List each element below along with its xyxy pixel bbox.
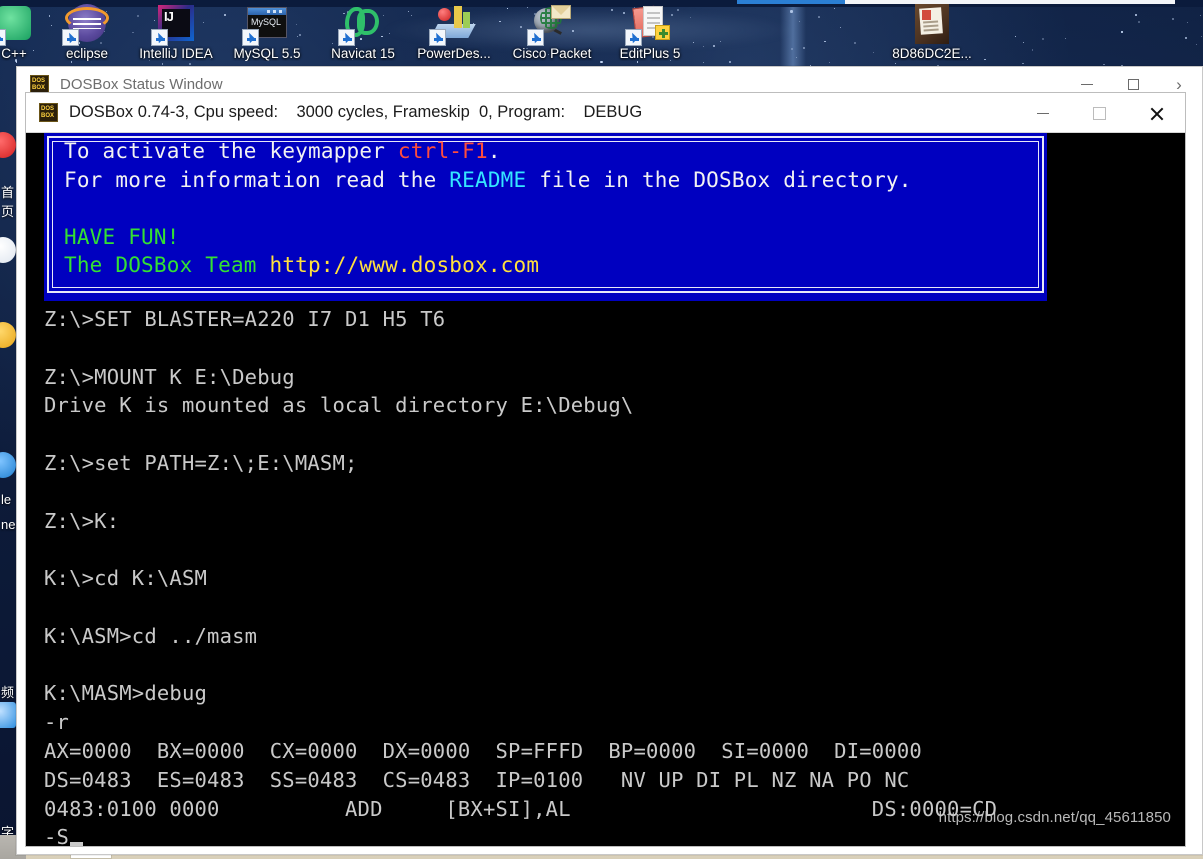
idea-icon: IJ — [153, 4, 199, 44]
left-icon-yellow[interactable] — [0, 322, 16, 348]
desktop-icon-label: Navicat 15 — [311, 46, 415, 61]
pd-icon — [431, 4, 477, 44]
console-line: DS=0483 ES=0483 SS=0483 CS=0483 IP=0100 … — [44, 766, 1185, 795]
dosbox-close-button[interactable] — [1128, 93, 1185, 133]
dosbox-icon: DOSBOX — [39, 103, 58, 122]
text-cursor — [70, 842, 83, 846]
eclipse-icon — [64, 4, 110, 44]
close-icon — [1149, 106, 1164, 121]
desktop-icon-8d86dc2e[interactable]: 8D86DC2E... — [880, 4, 984, 61]
cpp-icon — [0, 4, 37, 44]
desktop-icon-powerdes[interactable]: PowerDes... — [402, 4, 506, 61]
desktop-icon-label: PowerDes... — [402, 46, 506, 61]
shortcut-arrow-icon — [62, 29, 79, 46]
dosbox-window-controls — [1014, 93, 1185, 133]
desktop-icon-label: Cisco Packet — [500, 46, 604, 61]
left-icon-blue[interactable] — [0, 452, 16, 478]
cisco-icon — [529, 4, 575, 44]
shortcut-arrow-icon — [0, 29, 6, 46]
desktop-icon-label: 8D86DC2E... — [880, 46, 984, 61]
console-line: -r — [44, 708, 1185, 737]
left-icon-label: le — [1, 492, 11, 507]
left-icon-red[interactable] — [0, 132, 16, 158]
desktop-icon-navicat-15[interactable]: Navicat 15 — [311, 4, 415, 61]
console-line: Drive K is mounted as local directory E:… — [44, 391, 1185, 420]
banner-line — [64, 194, 1037, 223]
left-icon-square-blue[interactable] — [0, 702, 16, 728]
shortcut-arrow-icon — [625, 29, 642, 46]
banner-line: HAVE FUN! — [64, 223, 1037, 252]
mysql-icon: MySQL — [244, 4, 290, 44]
desktop-icon-intellij-idea[interactable]: IJ IntelliJ IDEA — [124, 4, 228, 61]
watermark-text: https://blog.csdn.net/qq_45611850 — [939, 809, 1171, 826]
console-line: AX=0000 BX=0000 CX=0000 DX=0000 SP=FFFD … — [44, 737, 1185, 766]
banner-text-segment: file in the DOSBox directory. — [526, 168, 911, 192]
banner-line: For more information read the README fil… — [64, 166, 1037, 195]
doc-icon — [909, 4, 955, 44]
banner-text-segment: . — [488, 139, 501, 163]
desktop-icon-label: IntelliJ IDEA — [124, 46, 228, 61]
banner-line: The DOSBox Team http://www.dosbox.com — [64, 251, 1037, 280]
left-icon-label: 频 — [1, 682, 14, 701]
console-line: Z:\>MOUNT K E:\Debug — [44, 363, 1185, 392]
dosbox-window-title: DOSBox 0.74-3, Cpu speed: 3000 cycles, F… — [69, 103, 642, 122]
desktop-icon-label: MySQL 5.5 — [215, 46, 319, 61]
console-line — [44, 334, 1185, 363]
desktop-icon-cisco-packet[interactable]: Cisco Packet — [500, 4, 604, 61]
console-line — [44, 420, 1185, 449]
shortcut-arrow-icon — [242, 29, 259, 46]
banner-text-segment: HAVE FUN! — [64, 225, 180, 249]
status-window-title: DOSBox Status Window — [60, 76, 223, 93]
console-line: -S — [44, 823, 1185, 846]
banner-text-segment: ctrl-F1 — [398, 139, 488, 163]
dos-terminal-screen[interactable]: To activate the keymapper ctrl-F1.For mo… — [26, 133, 1185, 846]
left-icon-white[interactable] — [0, 237, 16, 263]
console-line: Z:\>SET BLASTER=A220 I7 D1 H5 T6 — [44, 305, 1185, 334]
dosbox-welcome-banner: To activate the keymapper ctrl-F1.For mo… — [44, 133, 1047, 301]
shortcut-arrow-icon — [527, 29, 544, 46]
chevron-right-icon: › — [1176, 76, 1182, 93]
console-line: Z:\>K: — [44, 507, 1185, 536]
dos-console-output: Z:\>SET BLASTER=A220 I7 D1 H5 T6 Z:\>MOUN… — [44, 305, 1185, 846]
shortcut-arrow-icon — [151, 29, 168, 46]
console-line — [44, 593, 1185, 622]
dosbox-titlebar[interactable]: DOSBOX DOSBox 0.74-3, Cpu speed: 3000 cy… — [26, 93, 1185, 133]
dosbox-maximize-button[interactable] — [1071, 93, 1128, 133]
desktop-icon-label: EditPlus 5 — [598, 46, 702, 61]
banner-text-segment: http://www.dosbox.com — [270, 253, 540, 277]
console-line: K:\>cd K:\ASM — [44, 564, 1185, 593]
desktop-icon-mysql-5-5[interactable]: MySQL MySQL 5.5 — [215, 4, 319, 61]
banner-text-segment: For more information read the — [64, 168, 449, 192]
edit-icon — [627, 4, 673, 44]
desktop-icon-editplus-5[interactable]: EditPlus 5 — [598, 4, 702, 61]
banner-text-lines: To activate the keymapper ctrl-F1.For mo… — [64, 137, 1037, 280]
shortcut-arrow-icon — [429, 29, 446, 46]
navicat-icon — [340, 4, 386, 44]
banner-text-segment: README — [449, 168, 526, 192]
console-line — [44, 651, 1185, 680]
left-icon-label: ne — [1, 517, 15, 532]
console-line: Z:\>set PATH=Z:\;E:\MASM; — [44, 449, 1185, 478]
console-line — [44, 535, 1185, 564]
dosbox-emulator-window: DOSBOX DOSBox 0.74-3, Cpu speed: 3000 cy… — [25, 92, 1186, 847]
banner-text-segment: The DOSBox Team — [64, 253, 270, 277]
console-line: K:\MASM>debug — [44, 679, 1185, 708]
banner-text-segment — [64, 196, 77, 220]
shortcut-arrow-icon — [338, 29, 355, 46]
banner-text-segment: To activate the keymapper — [64, 139, 398, 163]
desktop-icon-row: C++eclipseIJIntelliJ IDEAMySQLMySQL 5.5N… — [0, 4, 1203, 70]
banner-line: To activate the keymapper ctrl-F1. — [64, 137, 1037, 166]
console-line — [44, 478, 1185, 507]
console-line-text: -S — [44, 825, 69, 846]
dosbox-minimize-button[interactable] — [1014, 93, 1071, 133]
console-line: K:\ASM>cd ../masm — [44, 622, 1185, 651]
